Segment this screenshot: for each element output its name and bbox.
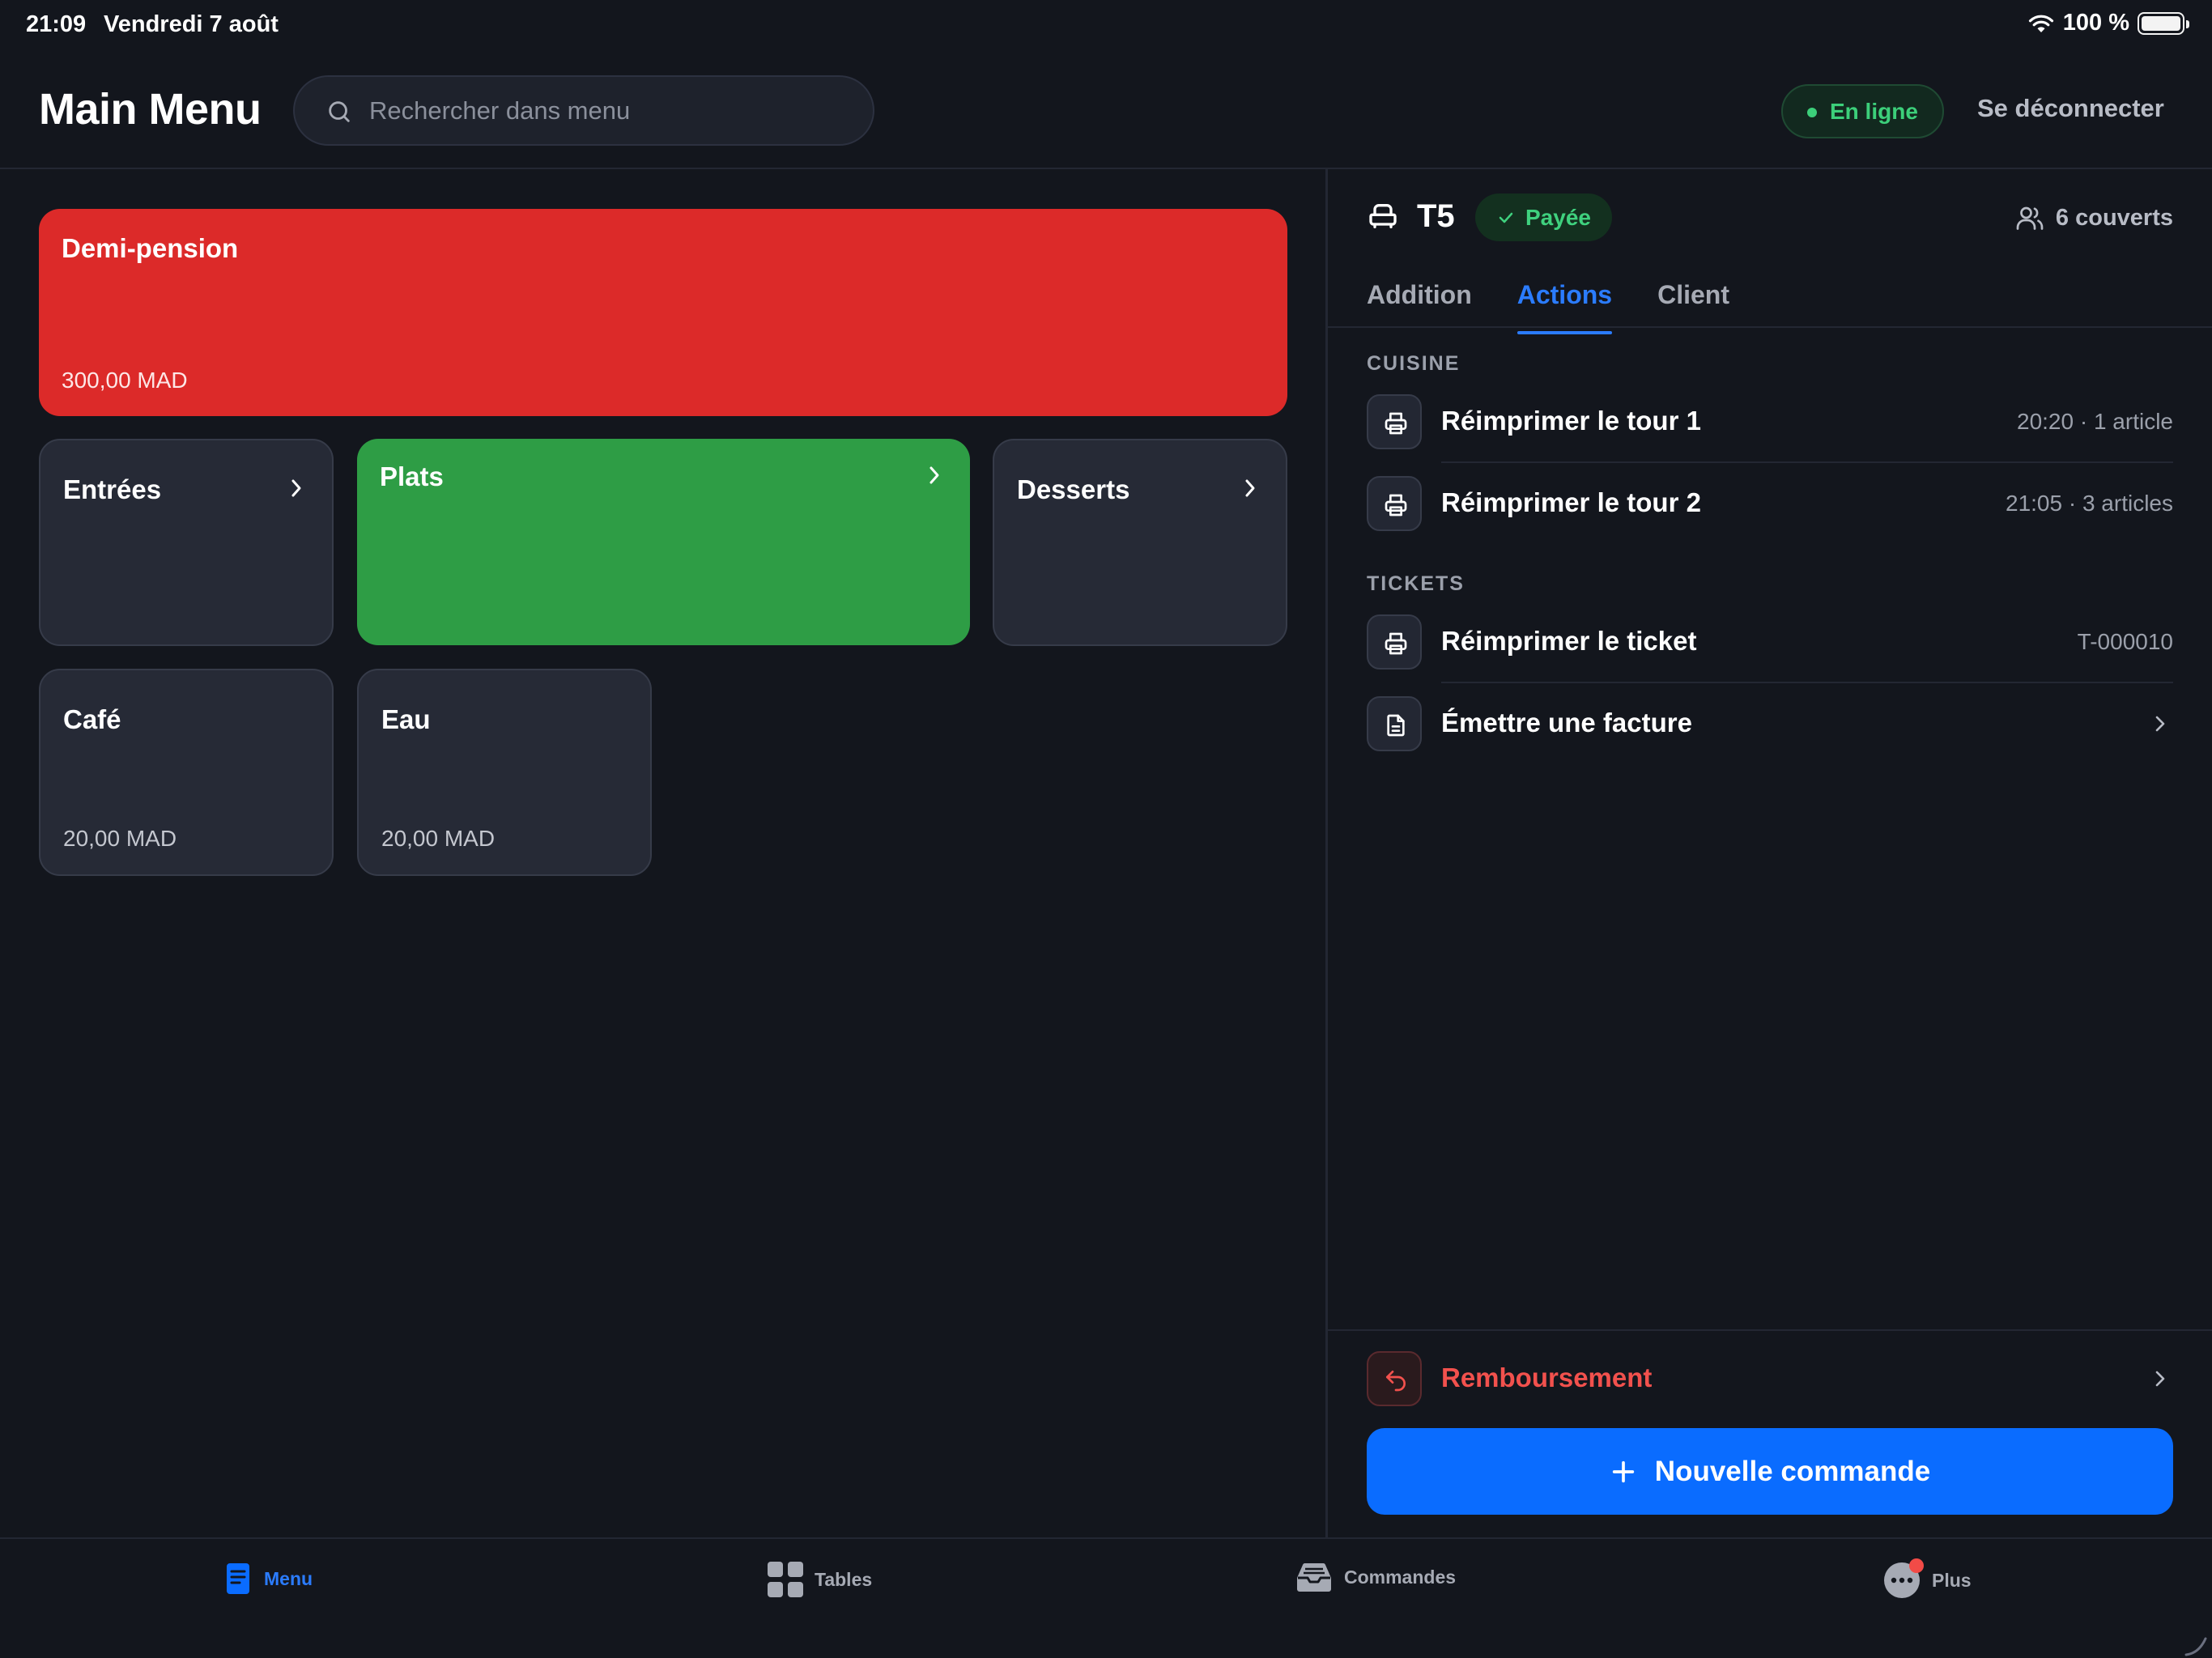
tabs-divider bbox=[1328, 326, 2212, 328]
printer-icon bbox=[1385, 412, 1407, 435]
action-label: Réimprimer le tour 1 bbox=[1441, 406, 1701, 436]
action-icon-box bbox=[1367, 394, 1422, 449]
chevron-right-icon bbox=[291, 479, 301, 497]
battery-percent: 100 % bbox=[2062, 10, 2129, 36]
status-time: 21:09 bbox=[26, 11, 87, 37]
action-label: Réimprimer le ticket bbox=[1441, 626, 1697, 656]
nav-label: Plus bbox=[1932, 1569, 1972, 1591]
online-status-badge: En ligne bbox=[1781, 84, 1944, 138]
paid-status-badge: Payée bbox=[1475, 193, 1612, 241]
search-box[interactable] bbox=[293, 75, 874, 146]
printer-icon bbox=[1385, 632, 1407, 655]
nav-item-plus[interactable]: Plus bbox=[1883, 1558, 1972, 1599]
status-date: Vendredi 7 août bbox=[104, 11, 279, 37]
resize-handle-icon bbox=[2184, 1637, 2207, 1656]
menu-tile-eau[interactable]: Eau 20,00 MAD bbox=[357, 669, 652, 876]
action-icon-box bbox=[1367, 614, 1422, 670]
status-right: 100 % bbox=[2027, 10, 2189, 36]
more-icon-wrap bbox=[1883, 1558, 1924, 1599]
action-reprint-round-1[interactable]: Réimprimer le tour 1 20:20 · 1 article bbox=[1367, 381, 2173, 462]
search-input[interactable] bbox=[369, 77, 855, 144]
new-order-label: Nouvelle commande bbox=[1654, 1455, 1931, 1487]
check-icon bbox=[1499, 212, 1513, 223]
battery-icon bbox=[2138, 11, 2189, 35]
document-icon bbox=[1387, 714, 1405, 737]
action-icon-box bbox=[1367, 696, 1422, 751]
menu-tile-price: 20,00 MAD bbox=[381, 826, 496, 851]
action-label: Réimprimer le tour 2 bbox=[1441, 487, 1701, 517]
menu-book-icon bbox=[227, 1563, 249, 1594]
chevron-right-icon bbox=[929, 466, 939, 484]
action-issue-invoice[interactable]: Émettre une facture bbox=[1367, 683, 2173, 764]
covers-count: 6 couverts bbox=[2015, 203, 2173, 232]
plus-icon bbox=[1612, 1460, 1634, 1482]
chevron-right-icon bbox=[1245, 479, 1255, 497]
chevron-right-icon bbox=[2155, 716, 2165, 732]
refund-button[interactable]: Remboursement bbox=[1367, 1338, 2173, 1419]
section-title-cuisine: CUISINE bbox=[1367, 352, 1461, 375]
wifi-icon bbox=[2028, 15, 2053, 32]
menu-tile-name: Café bbox=[63, 704, 121, 734]
logout-button[interactable]: Se déconnecter bbox=[1977, 94, 2164, 123]
action-icon-box bbox=[1367, 1351, 1422, 1406]
bottom-nav: Menu Tables Commandes Plus bbox=[0, 1537, 2212, 1658]
armchair-icon bbox=[1369, 204, 1397, 228]
nav-label: Commandes bbox=[1344, 1566, 1457, 1588]
tab-addition[interactable]: Addition bbox=[1367, 268, 1472, 334]
table-number: T5 bbox=[1417, 198, 1455, 234]
menu-tile-demi-pension[interactable]: Demi-pension 300,00 MAD bbox=[39, 209, 1287, 416]
menu-tile-name: Entrées bbox=[63, 474, 162, 504]
notification-dot bbox=[1909, 1558, 1924, 1573]
nav-item-menu[interactable]: Menu bbox=[223, 1562, 313, 1596]
grid-icon bbox=[768, 1562, 803, 1597]
status-bar: 21:09 Vendredi 7 août 100 % bbox=[0, 0, 2212, 52]
undo-icon bbox=[1386, 1371, 1406, 1392]
menu-tile-price: 300,00 MAD bbox=[62, 368, 188, 393]
tab-client[interactable]: Client bbox=[1657, 268, 1729, 334]
paid-status-label: Payée bbox=[1525, 205, 1591, 230]
action-meta: T-000010 bbox=[2077, 629, 2173, 654]
action-reprint-ticket[interactable]: Réimprimer le ticket T-000010 bbox=[1367, 602, 2173, 682]
printer-icon bbox=[1385, 494, 1407, 517]
menu-tile-name: Desserts bbox=[1017, 474, 1130, 504]
menu-tile-desserts[interactable]: Desserts bbox=[993, 439, 1287, 646]
action-meta: 21:05 · 3 articles bbox=[2006, 491, 2173, 516]
nav-item-commandes[interactable]: Commandes bbox=[1295, 1562, 1456, 1592]
chevron-right-icon bbox=[2155, 1371, 2165, 1387]
nav-item-tables[interactable]: Tables bbox=[768, 1562, 872, 1597]
action-reprint-round-2[interactable]: Réimprimer le tour 2 21:05 · 3 articles bbox=[1367, 463, 2173, 544]
menu-tile-entrees[interactable]: Entrées bbox=[39, 439, 334, 646]
panel-tabs: Addition Actions Client bbox=[1367, 268, 1729, 334]
menu-tile-name: Plats bbox=[380, 461, 444, 491]
panel-bottom-divider bbox=[1328, 1329, 2212, 1331]
menu-tile-name: Demi-pension bbox=[62, 233, 239, 263]
refund-label: Remboursement bbox=[1441, 1363, 1653, 1392]
menu-tile-cafe[interactable]: Café 20,00 MAD bbox=[39, 669, 334, 876]
tab-actions[interactable]: Actions bbox=[1516, 268, 1613, 334]
search-icon bbox=[329, 101, 350, 122]
nav-label: Tables bbox=[815, 1568, 873, 1590]
menu-tile-name: Eau bbox=[381, 704, 431, 734]
menu-tile-plats[interactable]: Plats bbox=[357, 439, 970, 645]
users-icon bbox=[2016, 206, 2044, 230]
action-icon-box bbox=[1367, 476, 1422, 531]
page-title: Main Menu bbox=[39, 85, 262, 134]
action-meta: 20:20 · 1 article bbox=[2017, 409, 2173, 434]
order-panel: T5 Payée 6 couverts Addition Actions Cli… bbox=[1328, 169, 2212, 1537]
covers-label: 6 couverts bbox=[2055, 204, 2173, 231]
inbox-icon bbox=[1297, 1562, 1331, 1592]
section-title-tickets: TICKETS bbox=[1367, 572, 1465, 595]
header: Main Menu En ligne Se déconnecter bbox=[0, 52, 2212, 169]
nav-label: Menu bbox=[264, 1567, 313, 1589]
action-label: Émettre une facture bbox=[1441, 708, 1692, 738]
new-order-button[interactable]: Nouvelle commande bbox=[1367, 1428, 2173, 1515]
menu-tile-price: 20,00 MAD bbox=[63, 826, 177, 851]
